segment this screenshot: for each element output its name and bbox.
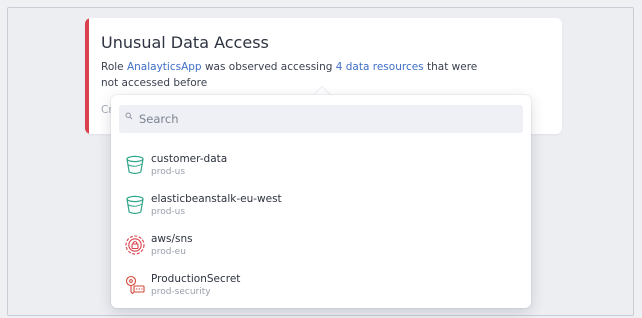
role-link[interactable]: AnalayticsApp: [127, 61, 202, 73]
search-input[interactable]: [139, 105, 519, 133]
resource-item-productionsecret[interactable]: ProductionSecret prod-security: [111, 265, 531, 305]
resource-environment: prod-us: [151, 207, 186, 217]
severity-accent-bar: [85, 18, 89, 134]
resource-name: customer-data: [151, 153, 228, 165]
resource-name: aws/sns: [151, 233, 193, 245]
resource-name: elasticbeanstalk-eu-west: [151, 193, 282, 205]
resource-name: ProductionSecret: [151, 273, 241, 285]
resource-item-aws-sns[interactable]: aws/sns prod-eu: [111, 225, 531, 265]
resource-environment: prod-us: [151, 167, 186, 177]
search-icon: [125, 112, 133, 120]
bucket-icon: [126, 195, 144, 215]
data-resources-link[interactable]: 4 data resources: [336, 61, 424, 73]
bucket-icon: [126, 155, 144, 175]
resource-list: customer-data prod-us elasticbeanstalk-e…: [111, 145, 531, 305]
resource-environment: prod-eu: [151, 247, 186, 257]
secret-key-icon: [125, 275, 145, 295]
resource-item-customer-data[interactable]: customer-data prod-us: [111, 145, 531, 185]
kms-lock-icon: [125, 235, 145, 255]
resource-environment: prod-security: [151, 287, 211, 297]
desc-middle: was observed accessing: [201, 61, 336, 73]
resources-dropdown: customer-data prod-us elasticbeanstalk-e…: [111, 95, 531, 308]
desc-prefix: Role: [101, 61, 127, 73]
alert-title: Unusual Data Access: [101, 33, 269, 52]
alert-description: Role AnalayticsApp was observed accessin…: [101, 59, 481, 91]
resource-item-elasticbeanstalk-eu-west[interactable]: elasticbeanstalk-eu-west prod-us: [111, 185, 531, 225]
search-box: [119, 105, 523, 133]
